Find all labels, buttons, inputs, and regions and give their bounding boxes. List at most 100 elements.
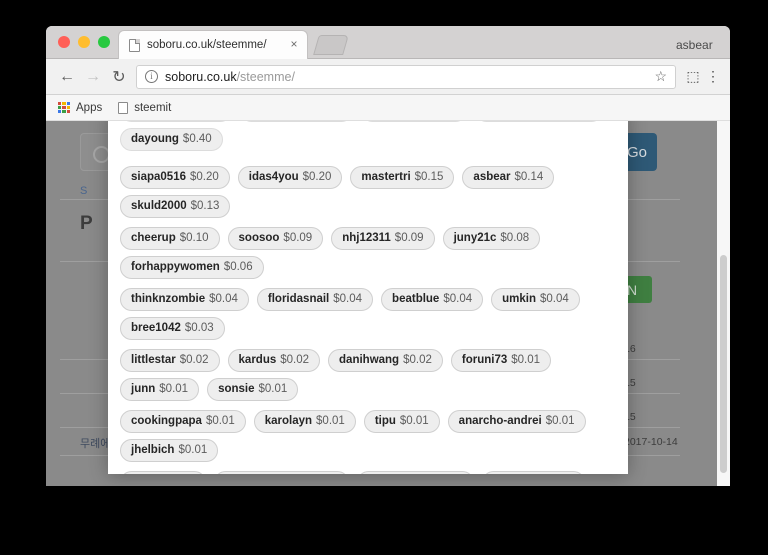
voter-pill[interactable]: jhelbich $0.01 [120,439,219,462]
browser-tab[interactable]: soboru.co.uk/steemme/ × [118,30,308,59]
voter-pill[interactable]: myhappycircle$0.00 [214,471,350,474]
close-icon[interactable]: × [287,38,301,52]
voter-pill[interactable]: thinknzombie $0.04 [120,288,249,311]
voter-pill[interactable]: bree1042 $0.03 [120,317,225,340]
voter-username: umkin [502,293,536,305]
bookmark-steemit[interactable]: steemit [118,101,172,114]
voter-pill[interactable]: wlmhrald$0.33 [361,121,467,122]
reload-icon[interactable]: ↻ [106,64,132,90]
voter-amount: $0.02 [403,354,432,366]
voter-pill[interactable]: danihwang $0.02 [328,349,443,372]
voter-username: dayoung [131,133,179,145]
voter-username: siapa0516 [131,171,186,183]
voter-pill[interactable]: woosungchoi$0.44 [474,121,604,122]
profile-name[interactable]: asbear [676,38,752,52]
voter-pill[interactable]: soosoo $0.09 [227,227,324,250]
voter-pill[interactable]: mastertri $0.15 [350,166,455,189]
bookmark-star-icon[interactable]: ☆ [654,68,667,85]
voter-pill[interactable]: kardus $0.02 [227,349,321,372]
voter-pill[interactable]: nhj12311 $0.09 [331,227,435,250]
page-link[interactable]: S [80,185,87,197]
voter-username: idas4you [248,171,299,183]
voter-username: sonsie [218,383,255,395]
voter-pill[interactable]: anarcho-andrei $0.01 [447,410,586,433]
voter-pill[interactable]: basharnara$0.00 [357,471,475,474]
voter-pill[interactable]: juny21c $0.08 [442,227,541,250]
address-bar[interactable]: i soboru.co.uk/steemme/ ☆ [136,64,676,89]
voter-pill[interactable]: umkin $0.04 [491,288,580,311]
voter-pill[interactable]: cookingpapa $0.01 [120,410,246,433]
bookmark-steemit-label: steemit [134,101,172,114]
maximize-window-button[interactable] [98,36,110,48]
voter-amount: $0.04 [540,293,569,305]
voter-pill[interactable]: floridasnail $0.04 [256,288,374,311]
site-info-icon[interactable]: i [145,70,158,83]
voter-pill[interactable]: oegyspark$0.37 [120,121,233,122]
back-icon[interactable]: ← [54,64,80,90]
voter-pill[interactable]: sonsie $0.01 [207,378,299,401]
voter-amount: $0.14 [514,171,544,183]
bookmark-apps-label: Apps [76,101,103,114]
voter-amount: $0.06 [223,261,253,273]
menu-icon[interactable]: ⋮ [704,68,722,85]
voter-pill[interactable]: siapa0516 $0.20 [120,166,230,189]
tab-title: soboru.co.uk/steemme/ [147,39,267,51]
page-viewport: Go S P N ed 16 15 15 무례에 물어이가는 정글 조것단이네요… [46,121,730,486]
voter-row: siapa0516 $0.20 idas4you $0.20 mastertri $0.1… [120,166,616,218]
voter-amount: $0.20 [190,171,219,183]
close-window-button[interactable] [58,36,70,48]
voter-pill[interactable]: cheerup $0.10 [120,227,220,250]
voter-username: asbear [473,171,511,183]
voter-amount: $0.13 [190,200,220,212]
cast-icon[interactable]: ⬚ [682,68,704,85]
voter-pill[interactable]: idas4you $0.20 [237,166,343,189]
voter-pill[interactable]: mrafa$0.01 [120,471,207,474]
voter-amount: $0.01 [316,415,345,427]
voter-pill[interactable]: dayoung $0.40 [120,128,223,151]
tab-strip: soboru.co.uk/steemme/ × [46,26,730,59]
voters-modal: oegyspark$0.37 carrotcake$0.35 wlmhrald$0.… [108,121,628,474]
voter-pill[interactable]: foruni73 $0.01 [450,349,552,372]
voter-amount: $0.01 [545,415,575,427]
voter-row: littlestar $0.02 kardus $0.02 danihwang $0.02… [120,349,616,401]
voter-username: skuld2000 [131,200,187,212]
browser-window: soboru.co.uk/steemme/ × ← → ↻ i soboru.c… [46,26,730,486]
page-scrollbar[interactable] [717,121,730,486]
page-favicon-icon [129,38,140,52]
voter-pill[interactable]: skuld2000 $0.13 [120,195,231,218]
voter-row: mrafa$0.01 myhappycircle$0.00 basharnara$0… [120,471,616,474]
voter-pill[interactable]: tipu $0.01 [363,410,440,433]
voter-pill[interactable]: carrotcake$0.35 [240,121,354,122]
voter-amount: $0.10 [179,232,209,244]
voter-username: danihwang [339,354,400,366]
voter-amount: $0.01 [258,383,288,395]
voter-amount: $0.02 [280,354,310,366]
voter-username: mastertri [361,171,411,183]
voter-pill[interactable]: karolayn $0.01 [253,410,356,433]
new-tab-button[interactable] [313,35,349,55]
voter-pill[interactable]: forhappywomen $0.06 [120,256,264,279]
voter-row-clipped: oegyspark$0.37 carrotcake$0.35 wlmhrald$0.… [120,121,616,151]
voter-pill[interactable]: littlestar $0.02 [120,349,220,372]
voter-pill[interactable]: junn $0.01 [120,378,200,401]
forward-icon[interactable]: → [80,64,106,90]
window-traffic-lights [58,36,110,48]
minimize-window-button[interactable] [78,36,90,48]
browser-toolbar: ← → ↻ i soboru.co.uk/steemme/ ☆ ⬚ ⋮ [46,59,730,95]
voter-pill[interactable]: seaturtle$0.00 [482,471,585,474]
voter-row: cheerup $0.10 soosoo $0.09 nhj12311 $0.09 juny… [120,227,616,279]
page-scrollbar-thumb[interactable] [720,255,727,473]
voter-row: thinknzombie $0.04 floridasnail $0.04 beatbl… [120,288,616,340]
voter-username: soosoo [238,232,280,244]
bookmark-apps[interactable]: Apps [58,101,103,114]
voter-username: tipu [374,415,396,427]
page-title: P [80,213,93,234]
voter-pill[interactable]: asbear $0.14 [462,166,555,189]
voter-pill[interactable]: beatblue $0.04 [381,288,484,311]
voter-amount: $0.01 [159,383,189,395]
voter-username: karolayn [264,415,313,427]
voter-amount: $0.08 [500,232,530,244]
voter-username: nhj12311 [342,232,391,244]
url-text: soboru.co.uk/steemme/ [165,70,295,84]
voter-amount: $0.04 [443,293,473,305]
